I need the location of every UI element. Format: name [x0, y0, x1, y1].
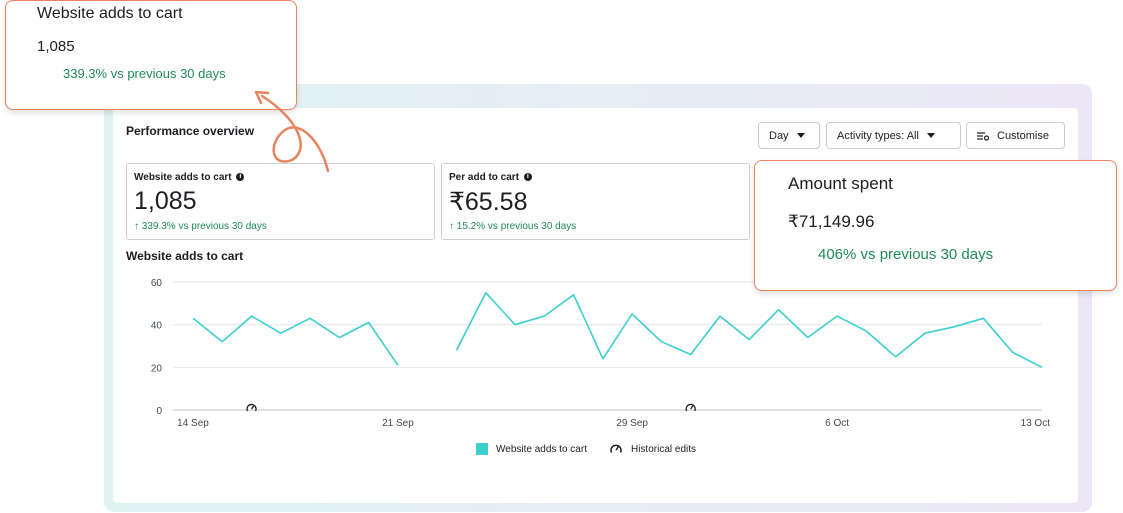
- callout-value: ₹71,149.96: [788, 212, 875, 231]
- callout-label: Amount spent: [788, 174, 893, 193]
- callout-amount-spent: Amount spent ₹71,149.96 406% vs previous…: [754, 160, 1117, 291]
- callout-change: 406% vs previous 30 days: [818, 246, 994, 263]
